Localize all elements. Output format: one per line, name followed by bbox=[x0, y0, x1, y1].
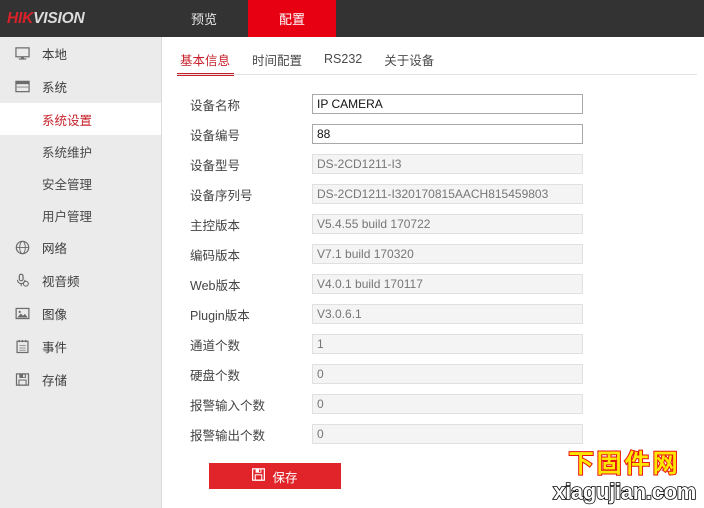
header-tab-preview[interactable]: 预览 bbox=[160, 0, 248, 37]
alarm-output-count-input bbox=[312, 424, 583, 444]
sidebar-item-event[interactable]: 事件 bbox=[0, 330, 161, 363]
tab-rs232[interactable]: RS232 bbox=[313, 46, 373, 72]
encoding-version-input bbox=[312, 244, 583, 264]
field-row-device-no: 设备编号 bbox=[177, 124, 704, 144]
web-version-input bbox=[312, 274, 583, 294]
field-row-channel-count: 通道个数 bbox=[177, 334, 704, 354]
tab-time-settings[interactable]: 时间配置 bbox=[241, 46, 313, 72]
sidebar-subitem-system-settings[interactable]: 系统设置 bbox=[0, 103, 161, 135]
microphone-icon bbox=[12, 271, 32, 291]
sidebar-item-image[interactable]: 图像 bbox=[0, 297, 161, 330]
device-model-input bbox=[312, 154, 583, 174]
field-label-serial-number: 设备序列号 bbox=[190, 188, 253, 203]
sidebar-nav: 本地 系统 系统设置 系统维护 安全管理 用户管理 网络 视音频 图像 事件 存… bbox=[0, 37, 162, 508]
field-row-alarm-output-count: 报警输出个数 bbox=[177, 424, 704, 444]
main-content: 基本信息 时间配置 RS232 关于设备 设备名称 设备编号 设备型号 设备序列… bbox=[163, 37, 704, 508]
globe-icon bbox=[12, 238, 32, 258]
content-tabbar: 基本信息 时间配置 RS232 关于设备 bbox=[177, 46, 704, 76]
field-row-encoding-version: 编码版本 bbox=[177, 244, 704, 264]
sidebar-item-system-label: 系统 bbox=[42, 81, 68, 95]
field-label-alarm-output-count: 报警输出个数 bbox=[190, 428, 266, 443]
monitor-icon bbox=[12, 44, 32, 64]
sidebar-subitem-user-management[interactable]: 用户管理 bbox=[0, 199, 161, 231]
field-label-channel-count: 通道个数 bbox=[190, 338, 241, 353]
field-row-device-name: 设备名称 bbox=[177, 94, 704, 114]
field-row-web-version: Web版本 bbox=[177, 274, 704, 294]
field-label-device-model: 设备型号 bbox=[190, 158, 241, 173]
tab-basic-info[interactable]: 基本信息 bbox=[177, 46, 241, 76]
tab-about-device[interactable]: 关于设备 bbox=[373, 46, 445, 72]
tabbar-divider bbox=[177, 74, 697, 75]
hikvision-camera-config-page: HIKVISION 预览 配置 本地 系统 系统设置 系统维护 安全管理 用户管… bbox=[0, 0, 704, 508]
field-row-alarm-input-count: 报警输入个数 bbox=[177, 394, 704, 414]
alarm-input-count-input bbox=[312, 394, 583, 414]
channel-count-input bbox=[312, 334, 583, 354]
field-row-device-model: 设备型号 bbox=[177, 154, 704, 174]
save-button[interactable]: 保存 bbox=[209, 463, 341, 489]
field-label-device-name: 设备名称 bbox=[190, 98, 241, 113]
field-label-firmware-version: 主控版本 bbox=[190, 218, 241, 233]
sidebar-item-system[interactable]: 系统 bbox=[0, 70, 161, 103]
logo-vision-text: VISION bbox=[33, 9, 85, 27]
device-info-form: 设备名称 设备编号 设备型号 设备序列号 主控版本 编码版本 bbox=[163, 94, 704, 489]
field-row-firmware-version: 主控版本 bbox=[177, 214, 704, 234]
sidebar-item-video-audio-label: 视音频 bbox=[42, 275, 80, 289]
sidebar-item-image-label: 图像 bbox=[42, 308, 68, 322]
field-label-alarm-input-count: 报警输入个数 bbox=[190, 398, 266, 413]
sidebar-item-network[interactable]: 网络 bbox=[0, 231, 161, 264]
field-label-encoding-version: 编码版本 bbox=[190, 248, 241, 263]
sidebar-item-local-label: 本地 bbox=[42, 48, 68, 62]
sidebar-subitem-security-management[interactable]: 安全管理 bbox=[0, 167, 161, 199]
field-row-serial-number: 设备序列号 bbox=[177, 184, 704, 204]
floppy-save-icon bbox=[252, 468, 266, 484]
device-name-input[interactable] bbox=[312, 94, 583, 114]
field-row-hdd-count: 硬盘个数 bbox=[177, 364, 704, 384]
sidebar-item-event-label: 事件 bbox=[42, 341, 68, 355]
device-no-input[interactable] bbox=[312, 124, 583, 144]
field-label-web-version: Web版本 bbox=[190, 278, 241, 293]
sidebar-item-local[interactable]: 本地 bbox=[0, 37, 161, 70]
plugin-version-input bbox=[312, 304, 583, 324]
sidebar-item-video-audio[interactable]: 视音频 bbox=[0, 264, 161, 297]
floppy-icon bbox=[12, 370, 32, 390]
firmware-version-input bbox=[312, 214, 583, 234]
logo-hik-text: HIK bbox=[7, 9, 34, 27]
field-label-plugin-version: Plugin版本 bbox=[190, 308, 250, 323]
picture-icon bbox=[12, 304, 32, 324]
clipboard-icon bbox=[12, 337, 32, 357]
header-tabs: 预览 配置 bbox=[160, 0, 336, 37]
window-icon bbox=[12, 77, 32, 97]
sidebar-item-storage[interactable]: 存储 bbox=[0, 363, 161, 396]
serial-number-input bbox=[312, 184, 583, 204]
sidebar-item-storage-label: 存储 bbox=[42, 374, 68, 388]
field-row-plugin-version: Plugin版本 bbox=[177, 304, 704, 324]
brand-logo: HIKVISION bbox=[0, 0, 160, 37]
save-button-label: 保存 bbox=[272, 470, 298, 485]
sidebar-item-network-label: 网络 bbox=[42, 242, 68, 256]
field-label-device-no: 设备编号 bbox=[190, 128, 241, 143]
field-label-hdd-count: 硬盘个数 bbox=[190, 368, 241, 383]
app-header: HIKVISION 预览 配置 bbox=[0, 0, 704, 37]
hdd-count-input bbox=[312, 364, 583, 384]
header-tab-configuration[interactable]: 配置 bbox=[248, 0, 336, 37]
sidebar-subitem-system-maintenance[interactable]: 系统维护 bbox=[0, 135, 161, 167]
